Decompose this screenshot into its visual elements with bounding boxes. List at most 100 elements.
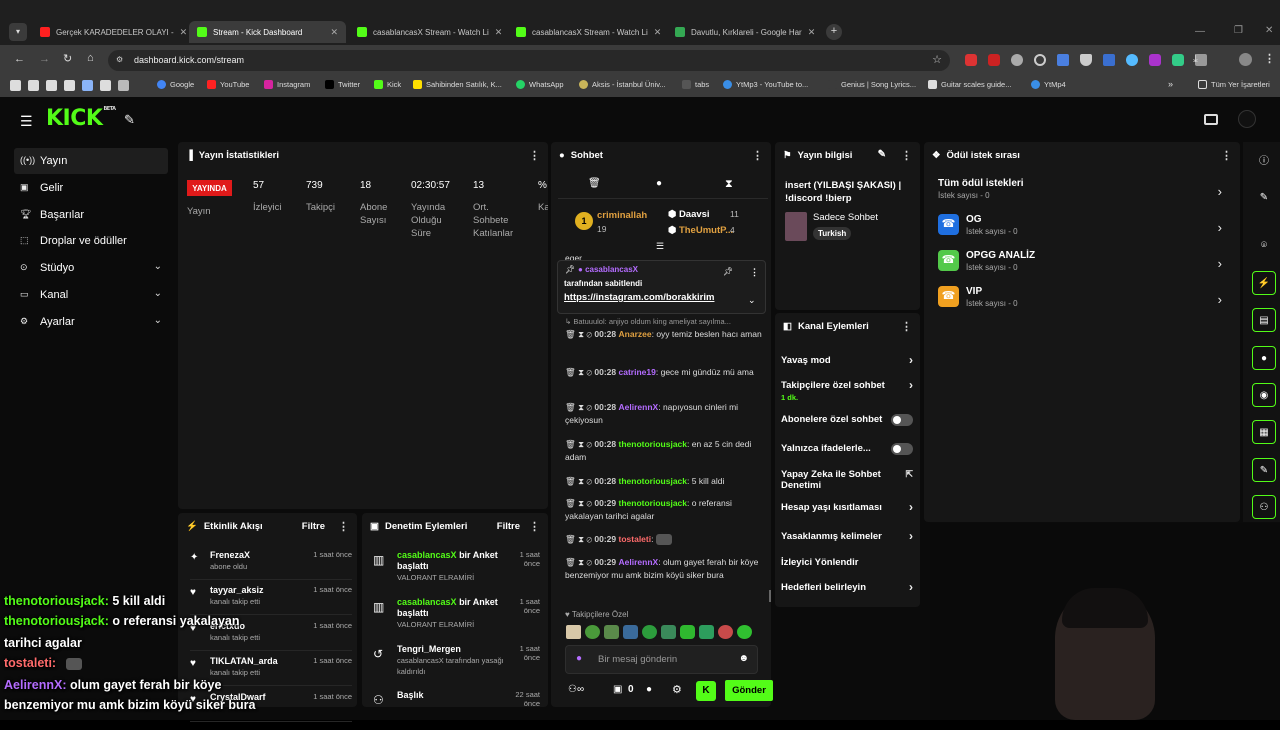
wrench-icon[interactable]: ✎ [124, 112, 135, 128]
edit-pencil-icon[interactable]: ✎ [1252, 185, 1276, 209]
emote-icon[interactable] [642, 625, 657, 639]
bookmark-icon[interactable] [64, 80, 75, 91]
trash-icon[interactable]: 🗑︎ [588, 178, 601, 189]
chat-username[interactable]: thenotoriousjack [619, 476, 687, 486]
bookmark-twitter[interactable]: Twitter [325, 80, 360, 89]
users-icon[interactable]: ⚇∞ [568, 684, 584, 695]
profile-avatar[interactable] [1239, 53, 1252, 66]
emote-icon[interactable] [699, 625, 714, 639]
mod-actions-icons[interactable]: 🗑︎ ⧗ ⊘ [565, 439, 594, 449]
channel-action-item[interactable]: Hedefleri belirleyin › [781, 581, 913, 593]
mod-actions-icons[interactable]: 🗑︎ ⧗ ⊘ [565, 329, 594, 339]
reward-queue-item[interactable]: ☎ OG İstek sayısı - 0 › [938, 214, 1228, 240]
more-options-icon[interactable]: ⋮ [338, 520, 349, 533]
bookmark-instagram[interactable]: Instagram [264, 80, 310, 89]
bookmark-ytmp4[interactable]: YtMp4 [1031, 80, 1066, 89]
more-options-icon[interactable]: ⋮ [529, 149, 540, 162]
chat-username[interactable]: thenotoriousjack [619, 498, 687, 508]
pinned-menu-icon[interactable]: ⋮ [750, 267, 759, 278]
category-name[interactable]: Sadece Sohbet [813, 212, 878, 223]
emote-icon[interactable] [680, 625, 695, 639]
extension-icon[interactable] [1149, 54, 1161, 66]
collapse-icon[interactable]: ⌄ [748, 295, 756, 306]
mod-actions-icons[interactable]: 🗑︎ ⧗ ⊘ [565, 402, 594, 412]
sidebar-item-0[interactable]: ((•)) Yayın [14, 148, 168, 174]
apps-grid-icon[interactable] [118, 80, 129, 91]
wrench-icon[interactable]: ✎ [1252, 458, 1276, 482]
extension-icon[interactable] [1103, 54, 1115, 66]
bookmark-ytmp3[interactable]: YtMp3 - YouTube to... [723, 80, 808, 89]
translate-icon[interactable] [1057, 54, 1069, 66]
chat-settings-bubble-icon[interactable]: ● [646, 684, 652, 695]
sidebar-item-5[interactable]: ▭ Kanal ⌄ [14, 282, 168, 308]
close-tab-icon[interactable]: ✕ [489, 27, 503, 38]
channel-action-item[interactable]: Yapay Zeka ile Sohbet Denetimi ⇱ [781, 469, 913, 491]
extension-icon[interactable] [988, 54, 1000, 66]
bookmark-star-icon[interactable]: ☆ [932, 53, 942, 66]
browser-tab[interactable]: Davutlu, Kırklareli - Google Har ✕ [667, 21, 822, 43]
browser-menu-icon[interactable]: ⋮ [1264, 52, 1275, 65]
new-tab-button[interactable]: + [826, 24, 842, 40]
maximize-icon[interactable]: ❐ [1234, 25, 1243, 36]
mic-icon[interactable]: ● [576, 653, 582, 664]
emote-icon[interactable] [623, 625, 638, 639]
reward-queue-item[interactable]: ☎ OPGG ANALİZ İstek sayısı - 0 › [938, 250, 1228, 276]
chat-username[interactable]: thenotoriousjack [619, 439, 687, 449]
browser-tab[interactable]: casablancasX Stream - Watch Li ✕ [349, 21, 506, 43]
forward-icon[interactable]: → [39, 53, 50, 65]
tab-search-button[interactable]: ▾ [9, 23, 27, 41]
bookmark-whatsapp[interactable]: WhatsApp [516, 80, 564, 89]
broadcast-icon[interactable]: ◉ [1252, 383, 1276, 407]
filter-button[interactable]: Filtre [302, 521, 325, 532]
sidebar-item-1[interactable]: ▣ Gelir [14, 175, 168, 201]
channel-action-item[interactable]: Abonelere özel sohbet [781, 414, 913, 426]
more-options-icon[interactable]: ⋮ [901, 149, 912, 162]
reload-icon[interactable]: ↻ [63, 52, 72, 65]
minimize-icon[interactable]: — [1195, 26, 1205, 37]
kick-logo[interactable]: KICKBETA [46, 106, 116, 131]
chat-icon[interactable]: ● [1252, 346, 1276, 370]
chat-bubble-icon[interactable]: ● [656, 178, 662, 189]
home-icon[interactable]: ⌂ [87, 52, 94, 64]
browser-tab[interactable]: casablancasX Stream - Watch Li ✕ [508, 21, 665, 43]
chat-scrollbar[interactable] [769, 590, 771, 602]
emote-icon[interactable] [604, 625, 619, 639]
url-field[interactable]: ⚙ dashboard.kick.com/stream ☆ [108, 50, 950, 71]
bookmark-youtube[interactable]: YouTube [207, 80, 249, 89]
emote-icon[interactable] [585, 625, 600, 639]
send-button[interactable]: Gönder [725, 680, 773, 701]
sidebar-item-4[interactable]: ⊙ Stüdyo ⌄ [14, 255, 168, 281]
bookmark-tabs[interactable]: tabs [682, 80, 709, 89]
chat-username[interactable]: tostaleti [619, 534, 652, 544]
edit-icon[interactable]: ✎ [878, 149, 886, 160]
mod-actions-icons[interactable]: 🗑︎ ⧗ ⊘ [565, 367, 594, 377]
bookmark-aksis[interactable]: Aksis - İstanbul Üniv... [579, 80, 666, 89]
channel-action-item[interactable]: Hesap yaşı kısıtlaması › [781, 501, 913, 513]
bookmark-icon[interactable] [82, 80, 93, 91]
mod-actions-icons[interactable]: 🗑︎ ⧗ ⊘ [565, 476, 594, 486]
filter-button[interactable]: Filtre [497, 521, 520, 532]
screen-capture-icon[interactable]: ⌾ [1252, 233, 1276, 257]
hourglass-icon[interactable]: ⧗ [725, 178, 733, 191]
download-icon[interactable]: ⤓ [1193, 53, 1198, 66]
channel-action-item[interactable]: Yavaş mod › [781, 354, 913, 366]
sidebar-item-2[interactable]: 🏆︎ Başarılar [14, 202, 168, 228]
chat-username[interactable]: Anarzee [619, 329, 652, 339]
more-options-icon[interactable]: ⋮ [529, 520, 540, 533]
bookmark-google[interactable]: Google [157, 80, 194, 89]
chat-input[interactable]: ● Bir mesaj gönderin ☻ [565, 645, 758, 674]
gear-icon[interactable]: ⚙ [672, 683, 682, 696]
mod-actions-icons[interactable]: 🗑︎ ⧗ ⊘ [565, 498, 594, 508]
extension-icon[interactable] [1126, 54, 1138, 66]
zoom-icon[interactable] [1034, 54, 1046, 66]
expand-icon[interactable]: ☰ [656, 241, 664, 252]
bookmark-icon[interactable] [10, 80, 21, 91]
channel-action-item[interactable]: Takipçilere özel sohbet 1 dk. › [781, 379, 913, 403]
reward-queue-item[interactable]: Tüm ödül istekleri İstek sayısı - 0 › [938, 178, 1228, 204]
adblock-extension-icon[interactable] [965, 54, 977, 66]
close-tab-icon[interactable]: ✕ [648, 27, 662, 38]
back-icon[interactable]: ← [14, 53, 25, 65]
browser-tab[interactable]: Gerçek KARADEDELER OLAYI - ✕ [32, 21, 186, 43]
user-avatar[interactable] [1238, 110, 1256, 128]
more-options-icon[interactable]: ⋮ [901, 320, 912, 333]
